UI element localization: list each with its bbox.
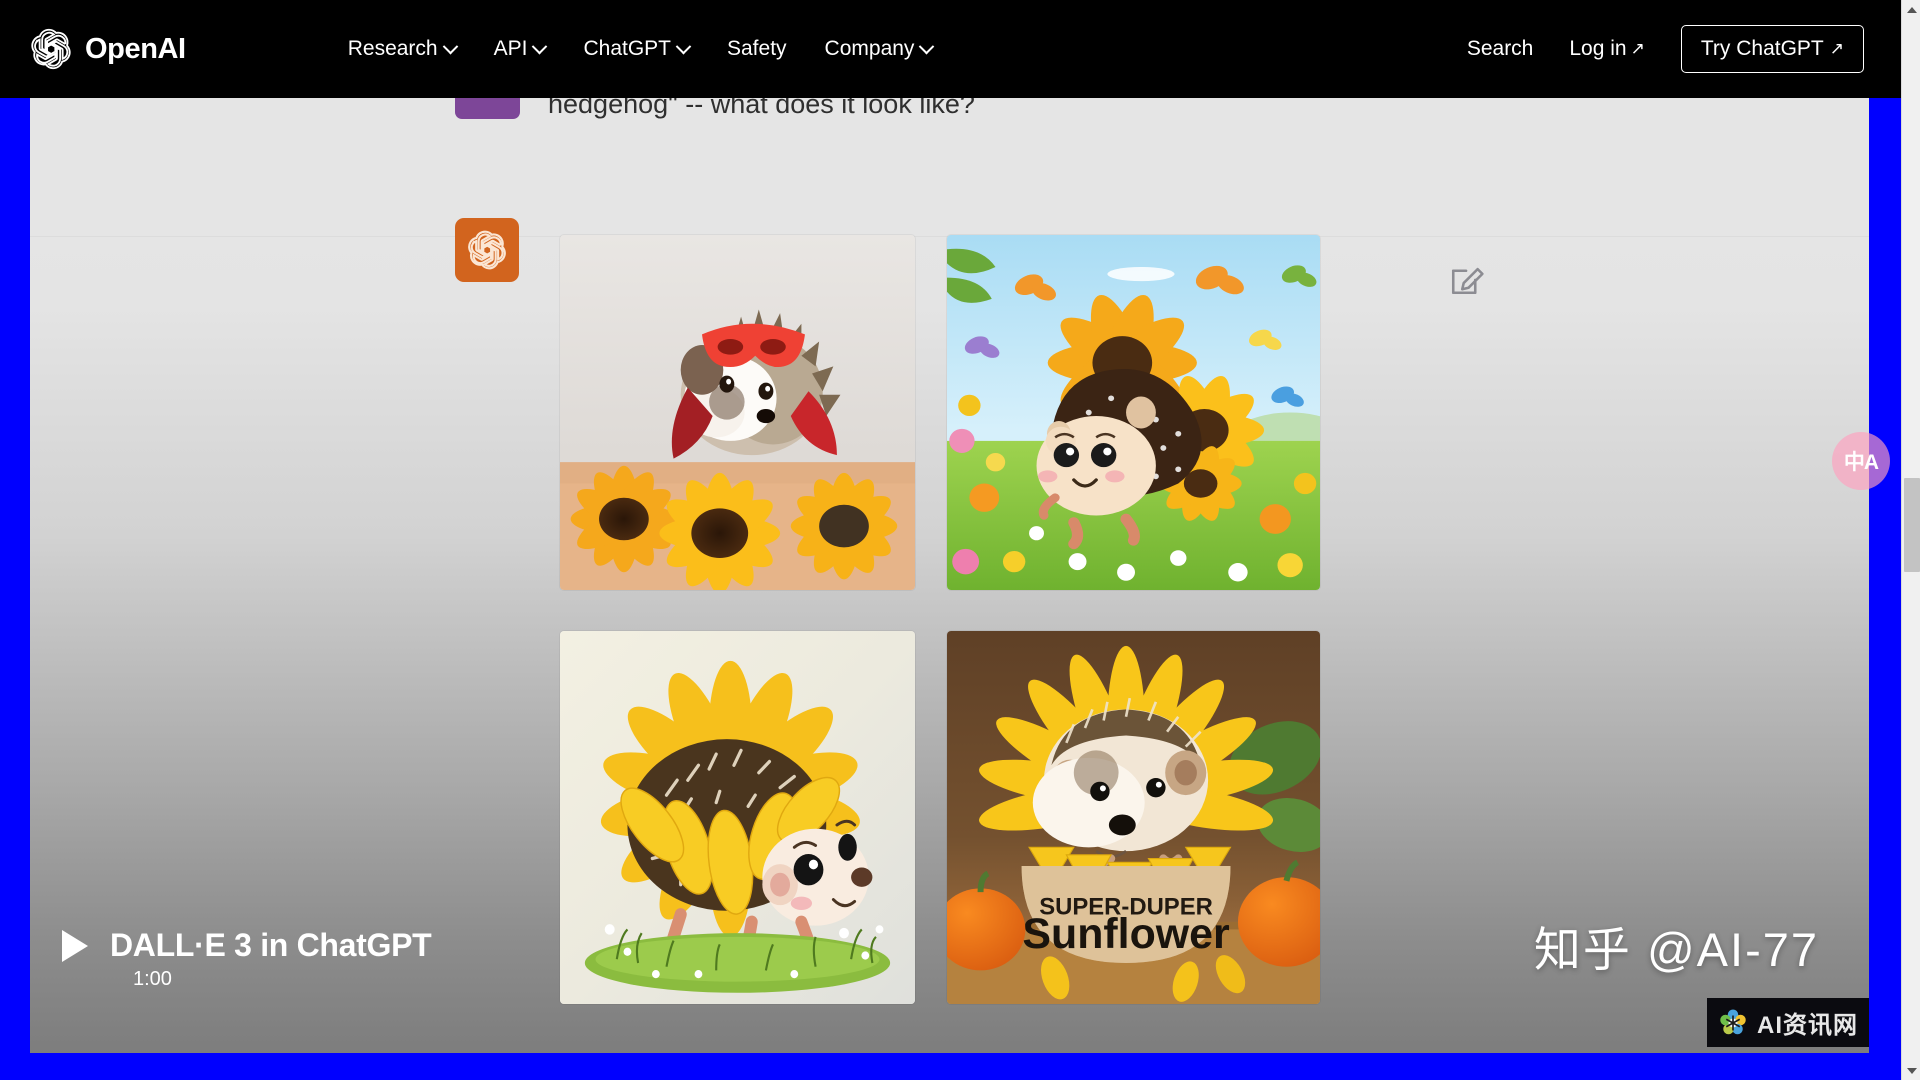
superhero-hedgehog-image: [560, 235, 915, 590]
chevron-down-icon: [919, 38, 935, 54]
generated-image-3[interactable]: [560, 631, 915, 1004]
flower-logo-icon: [1720, 1009, 1746, 1034]
user-message-row: hedgehog" -- what does it look like?: [30, 95, 1869, 237]
nav-item-chatgpt[interactable]: ChatGPT: [583, 37, 692, 61]
video-title: DALL·E 3 in ChatGPT: [110, 927, 432, 963]
screen: OpenAI Research API ChatGPT Safety Compa…: [0, 0, 1920, 1080]
openai-logo-icon: [468, 230, 506, 270]
video-caption-row: DALL·E 3 in ChatGPT: [62, 927, 432, 964]
frame-border-right: [1869, 95, 1901, 1080]
video-caption: DALL·E 3 in ChatGPT 1:00: [62, 927, 432, 991]
ainews-watermark-label: AI资讯网: [1757, 1012, 1858, 1039]
user-avatar: [455, 95, 520, 119]
brand-name: OpenAI: [85, 32, 186, 65]
nav-item-company[interactable]: Company: [824, 37, 935, 61]
search-button[interactable]: Search: [1467, 37, 1534, 61]
login-label: Log in: [1569, 37, 1627, 60]
nav-actions: Search Log in ↗ Try ChatGPT ↗: [1467, 25, 1864, 73]
generated-image-1[interactable]: [560, 235, 915, 590]
generated-image-4[interactable]: SUPER-DUPER Sunflower: [947, 631, 1320, 1004]
chevron-down-icon: [532, 38, 548, 54]
ainews-watermark: AI资讯网: [1707, 998, 1869, 1047]
sunflower-bowl-hedgehog-image: SUPER-DUPER Sunflower: [947, 631, 1320, 1004]
nav-item-chatgpt-label: ChatGPT: [583, 37, 671, 60]
generated-image-grid: SUPER-DUPER Sunflower: [560, 235, 1342, 1025]
edit-pencil-icon: [1451, 267, 1484, 295]
nav-item-safety-label: Safety: [727, 37, 787, 60]
nav-item-research[interactable]: Research: [347, 37, 458, 61]
page-scrollbar[interactable]: [1901, 0, 1920, 1080]
nav-item-safety[interactable]: Safety: [727, 37, 787, 61]
external-link-icon: ↗: [1630, 38, 1645, 58]
translate-icon: 中A: [1843, 451, 1879, 474]
nav-item-api-label: API: [493, 37, 528, 60]
frame-border-bottom: [0, 1053, 1901, 1080]
video-frame-content: hedgehog" -- what does it look like? SUP…: [30, 95, 1869, 1053]
brand-logo[interactable]: OpenAI: [30, 28, 186, 70]
translate-widget-button[interactable]: 中A: [1832, 432, 1890, 490]
nav-item-company-label: Company: [824, 37, 915, 60]
bowl-caption-main: Sunflower: [1022, 910, 1230, 958]
nav-item-api[interactable]: API: [493, 37, 548, 61]
chevron-up-icon[interactable]: [1902, 0, 1920, 19]
login-button[interactable]: Log in ↗: [1569, 37, 1644, 61]
try-chatgpt-label: Try ChatGPT: [1700, 37, 1824, 60]
play-triangle-icon[interactable]: [62, 929, 88, 962]
user-message-text: hedgehog" -- what does it look like?: [548, 95, 975, 119]
zhihu-watermark: 知乎 @AI-77: [1533, 923, 1819, 976]
top-navigation-bar: OpenAI Research API ChatGPT Safety Compa…: [0, 0, 1920, 98]
video-duration: 1:00: [133, 968, 172, 990]
generated-image-2[interactable]: [947, 235, 1320, 590]
assistant-avatar: [455, 218, 519, 282]
chevron-down-icon[interactable]: [1902, 1061, 1920, 1080]
nav-links: Research API ChatGPT Safety Company: [347, 37, 935, 61]
frame-border-left: [0, 95, 30, 1080]
try-chatgpt-button[interactable]: Try ChatGPT ↗: [1680, 25, 1864, 73]
scrollbar-thumb[interactable]: [1904, 478, 1920, 572]
nav-item-research-label: Research: [347, 37, 438, 60]
cartoon-meadow-hedgehog-image: [947, 235, 1320, 590]
openai-logo-icon: [31, 28, 71, 70]
chevron-down-icon: [442, 38, 458, 54]
sunflower-petal-hedgehog-image: [560, 631, 915, 1004]
search-label: Search: [1466, 37, 1534, 60]
edit-message-button[interactable]: [1445, 257, 1489, 301]
chevron-down-icon: [675, 38, 692, 54]
external-link-icon: ↗: [1829, 38, 1844, 58]
